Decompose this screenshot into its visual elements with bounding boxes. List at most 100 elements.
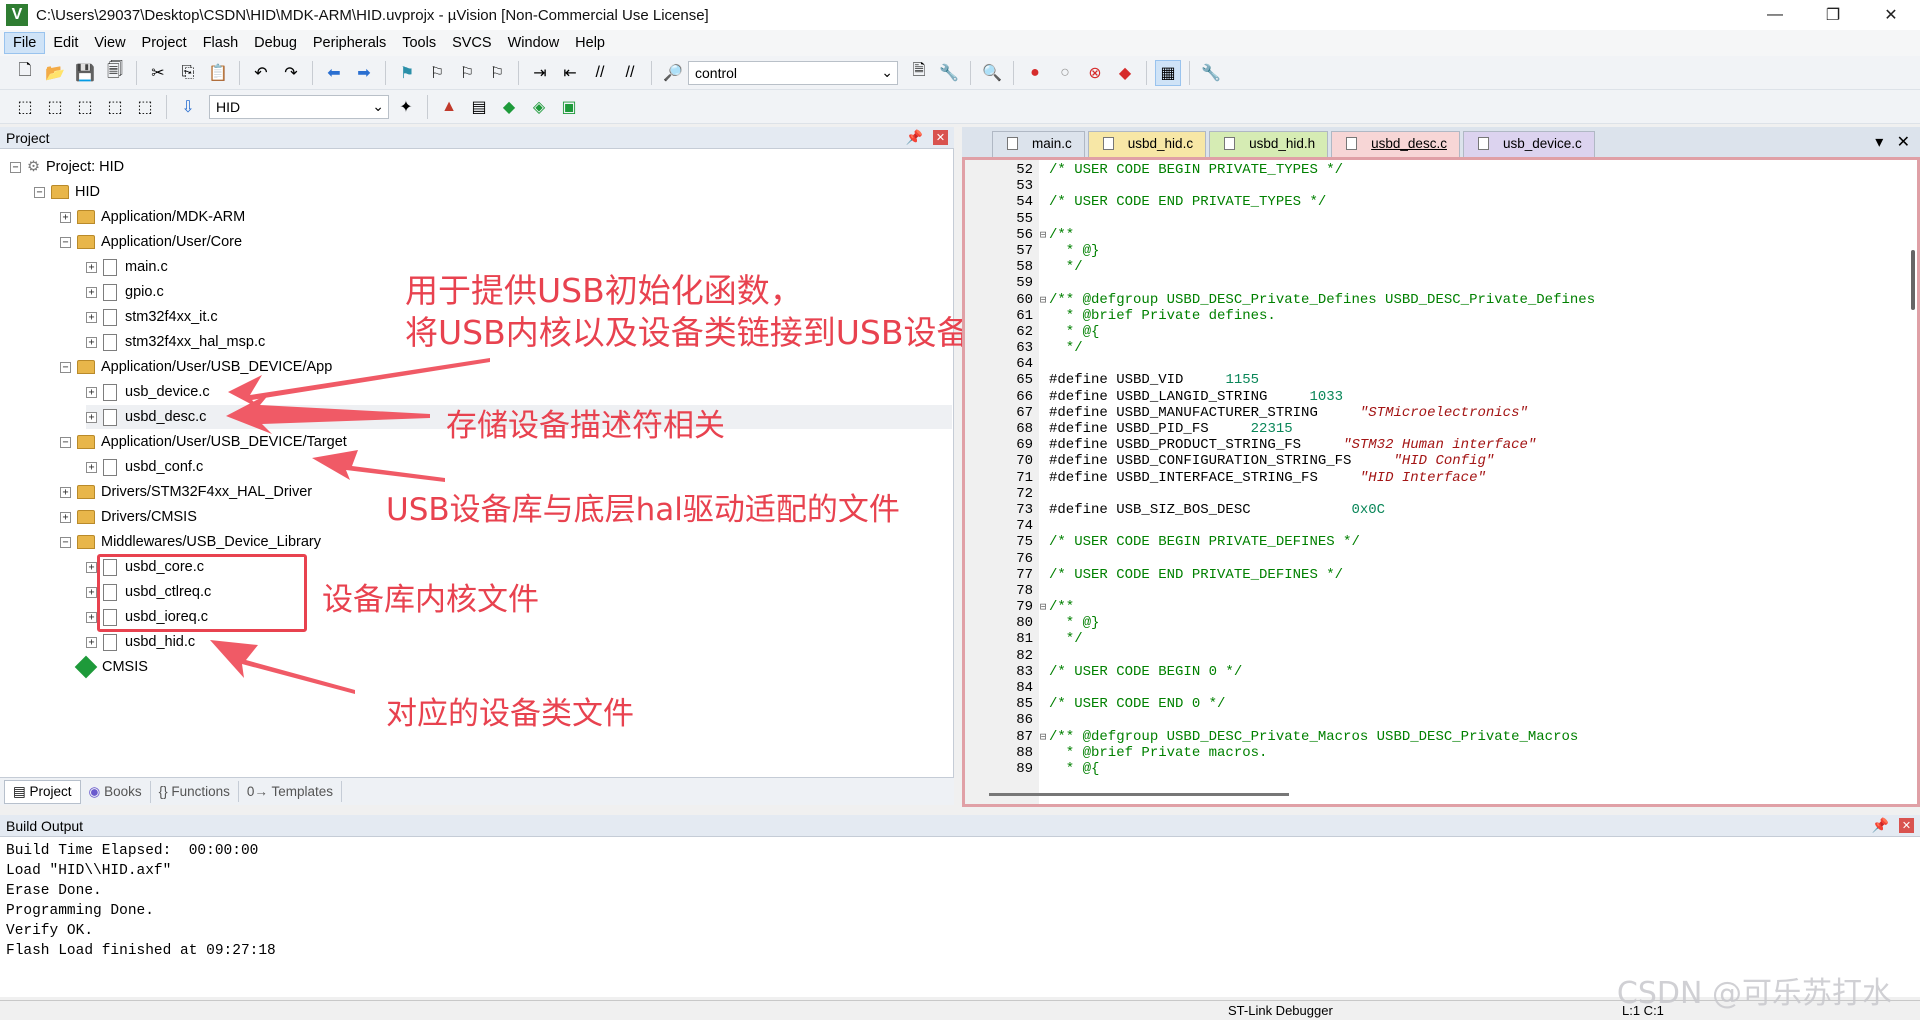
run-time-env-icon[interactable]: ▣: [556, 94, 582, 120]
collapse-icon[interactable]: −: [60, 236, 71, 248]
tree-item-file[interactable]: + stm32f4xx_hal_msp.c: [86, 330, 265, 354]
expand-icon[interactable]: +: [86, 586, 97, 598]
new-file-icon[interactable]: 🗋: [12, 60, 38, 86]
tree-item-folder[interactable]: − Application/User/USB_DEVICE/Target: [60, 430, 347, 454]
find-combo[interactable]: control ⌄: [688, 60, 898, 85]
menu-peripherals[interactable]: Peripherals: [305, 33, 394, 53]
editor-tab-usbd-hid-c[interactable]: usbd_hid.c: [1087, 131, 1207, 157]
pin-icon[interactable]: 📌: [906, 129, 923, 146]
fold-icon[interactable]: ⊟: [1037, 600, 1049, 616]
close-icon[interactable]: ✕: [933, 130, 948, 145]
tree-item-folder[interactable]: − Application/User/USB_DEVICE/App: [60, 355, 332, 379]
menu-tools[interactable]: Tools: [394, 33, 444, 53]
manage-components-icon[interactable]: ▲: [436, 94, 462, 120]
fold-icon[interactable]: ⊟: [1037, 730, 1049, 746]
editor-tab-usbd-desc[interactable]: usbd_desc.c: [1331, 131, 1460, 157]
close-icon[interactable]: ✕: [1899, 818, 1914, 833]
expand-icon[interactable]: +: [86, 336, 97, 348]
paste-icon[interactable]: 📋: [205, 60, 231, 86]
expand-icon[interactable]: +: [60, 486, 71, 498]
expand-icon[interactable]: +: [86, 386, 97, 398]
tree-item-file[interactable]: + usbd_hid.c: [86, 630, 195, 654]
tab-project[interactable]: ▤ Project: [4, 779, 81, 804]
kill-breakpoints-icon[interactable]: ⊗: [1082, 60, 1108, 86]
next-bookmark-icon[interactable]: ⚐: [454, 60, 480, 86]
batch-build-icon[interactable]: ⬚: [102, 94, 128, 120]
expand-icon[interactable]: +: [60, 211, 71, 223]
tree-item-file[interactable]: + usbd_conf.c: [86, 455, 203, 479]
tab-templates[interactable]: 0→ Templates: [239, 781, 342, 802]
menu-flash[interactable]: Flash: [195, 33, 246, 53]
collapse-icon[interactable]: −: [60, 536, 71, 548]
indent-icon[interactable]: ⇥: [527, 60, 553, 86]
tree-item-folder[interactable]: − Middlewares/USB_Device_Library: [60, 530, 321, 554]
save-all-icon[interactable]: 🗐: [102, 60, 128, 86]
minimize-button[interactable]: —: [1746, 0, 1804, 30]
collapse-icon[interactable]: −: [34, 186, 45, 198]
editor-tab-menu[interactable]: ▾ ✕: [1875, 132, 1910, 152]
vertical-scrollbar[interactable]: [1911, 250, 1915, 310]
menu-edit[interactable]: Edit: [45, 33, 86, 53]
expand-icon[interactable]: +: [86, 461, 97, 473]
bookmark-icon[interactable]: ⚑: [394, 60, 420, 86]
menu-help[interactable]: Help: [567, 33, 613, 53]
tree-item-file[interactable]: + stm32f4xx_it.c: [86, 305, 218, 329]
expand-icon[interactable]: +: [60, 511, 71, 523]
editor-tab-main[interactable]: main.c: [992, 131, 1085, 157]
uncomment-icon[interactable]: //: [617, 60, 643, 86]
tree-item-file[interactable]: + usb_device.c: [86, 380, 210, 404]
prev-bookmark-icon[interactable]: ⚐: [424, 60, 450, 86]
find-icon[interactable]: 🗎: [906, 60, 932, 86]
editor-tab-usb-device[interactable]: usb_device.c: [1462, 131, 1595, 157]
menu-svcs[interactable]: SVCS: [444, 33, 500, 53]
cut-icon[interactable]: ✂: [145, 60, 171, 86]
nav-back-icon[interactable]: ⬅: [321, 60, 347, 86]
rebuild-icon[interactable]: ⬚: [72, 94, 98, 120]
menu-file[interactable]: File: [4, 32, 46, 54]
target-options-icon[interactable]: ✦: [393, 94, 419, 120]
download-icon[interactable]: ⇩: [175, 94, 201, 120]
save-icon[interactable]: 💾: [72, 60, 98, 86]
editor-tab-usbd-hid-h[interactable]: usbd_hid.h: [1209, 131, 1329, 157]
breakpoint-icon[interactable]: ●: [1022, 60, 1048, 86]
pin-icon[interactable]: 📌: [1872, 817, 1889, 834]
maximize-button[interactable]: ❐: [1804, 0, 1862, 30]
fold-icon[interactable]: ⊟: [1037, 228, 1049, 244]
configure-icon[interactable]: ◆: [1112, 60, 1138, 86]
expand-icon[interactable]: +: [86, 561, 97, 573]
fold-icon[interactable]: ⊟: [1037, 293, 1049, 309]
find-in-files-icon[interactable]: 🔎: [660, 60, 686, 86]
manage-packs-icon[interactable]: ▤: [466, 94, 492, 120]
select-packs-icon[interactable]: ◆: [496, 94, 522, 120]
collapse-icon[interactable]: −: [60, 436, 71, 448]
window-layout-icon[interactable]: ▦: [1155, 59, 1181, 86]
copy-icon[interactable]: ⎘: [175, 60, 201, 86]
translate-icon[interactable]: ⬚: [12, 94, 38, 120]
collapse-icon[interactable]: −: [60, 361, 71, 373]
tree-item-folder[interactable]: − Application/User/Core: [60, 230, 242, 254]
close-button[interactable]: ✕: [1862, 0, 1920, 30]
build-icon[interactable]: ⬚: [42, 94, 68, 120]
collapse-icon[interactable]: −: [10, 161, 21, 173]
tree-item-file[interactable]: + gpio.c: [86, 280, 164, 304]
tab-functions[interactable]: {} Functions: [151, 781, 239, 802]
expand-icon[interactable]: +: [86, 261, 97, 273]
expand-icon[interactable]: +: [86, 411, 97, 423]
incremental-find-icon[interactable]: 🔧: [936, 60, 962, 86]
undo-icon[interactable]: ↶: [248, 60, 274, 86]
expand-icon[interactable]: +: [86, 611, 97, 623]
expand-icon[interactable]: +: [86, 311, 97, 323]
menu-view[interactable]: View: [86, 33, 133, 53]
tab-books[interactable]: ◉ Books: [81, 780, 151, 803]
tree-item-target[interactable]: − HID: [34, 180, 100, 204]
comment-icon[interactable]: //: [587, 60, 613, 86]
disable-breakpoint-icon[interactable]: ○: [1052, 60, 1078, 86]
code-editor[interactable]: 52/* USER CODE BEGIN PRIVATE_TYPES */53 5…: [962, 157, 1920, 807]
tree-item-folder[interactable]: + Application/MDK-ARM: [60, 205, 245, 229]
tree-item-folder[interactable]: + Drivers/STM32F4xx_HAL_Driver: [60, 480, 312, 504]
menu-debug[interactable]: Debug: [246, 33, 305, 53]
tree-item-file[interactable]: + main.c: [86, 255, 168, 279]
menu-window[interactable]: Window: [500, 33, 568, 53]
debug-session-icon[interactable]: 🔍: [979, 60, 1005, 86]
wrench-icon[interactable]: 🔧: [1198, 60, 1224, 86]
